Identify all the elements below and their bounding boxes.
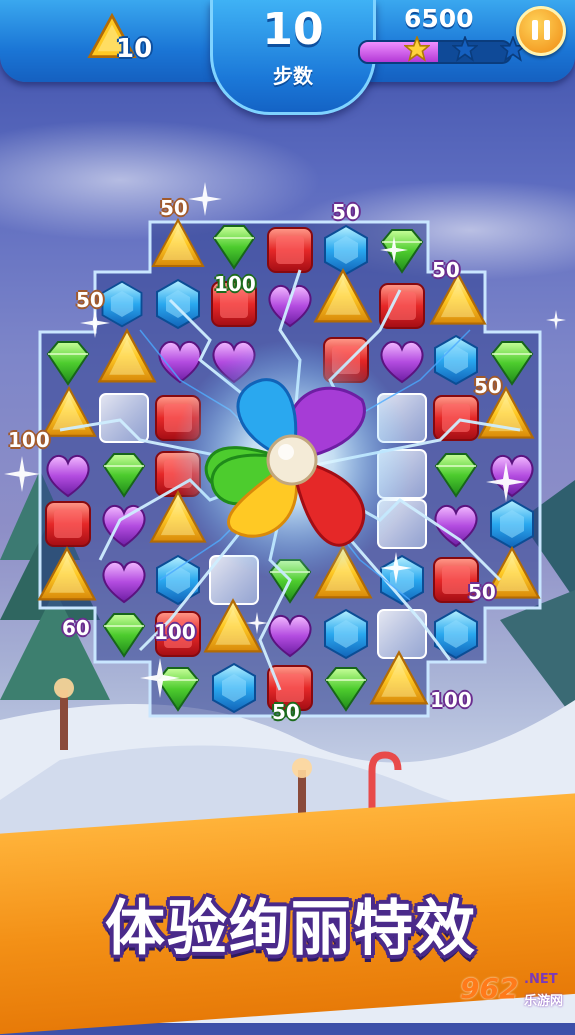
site-watermark: 962 .NET 乐游网 (460, 966, 570, 1020)
gem-red-square (379, 283, 425, 329)
score-popup: 100 (154, 620, 196, 644)
score-popup: 100 (214, 272, 256, 296)
star-outline-icon (452, 36, 478, 62)
score-popup: 100 (8, 428, 50, 452)
score-value: 6500 (404, 4, 474, 33)
moves-label: 步数 (273, 64, 313, 88)
score-progress-bar (358, 40, 512, 64)
level-target: 10 (84, 12, 174, 68)
pause-icon (544, 20, 550, 40)
score-popup: 50 (160, 196, 188, 220)
pause-button[interactable] (516, 6, 566, 56)
watermark-net: .NET (524, 972, 558, 987)
gem-red-square (433, 395, 479, 441)
score-popup: 100 (430, 688, 472, 712)
score-popup: 50 (432, 258, 460, 282)
gem-red-square (45, 501, 91, 547)
star-icon (404, 36, 430, 62)
watermark-site: 乐游网 (524, 994, 564, 1009)
score-popup: 50 (272, 700, 300, 724)
target-count: 10 (116, 34, 153, 64)
ice-block (99, 393, 149, 443)
score-popup: 50 (76, 288, 104, 312)
moves-panel: 10 步数 (210, 0, 376, 115)
score-popup: 60 (62, 616, 90, 640)
moves-remaining: 10 (262, 4, 324, 55)
score-popup: 50 (332, 200, 360, 224)
score-popup: 50 (468, 580, 496, 604)
promo-title: 体验绚丽特效 (105, 894, 477, 964)
pause-icon (532, 20, 538, 40)
score-popup: 50 (474, 374, 502, 398)
gem-red-square (267, 227, 313, 273)
watermark-number: 962 (460, 972, 519, 1005)
top-hud: 10 10 步数 6500 (0, 0, 575, 115)
